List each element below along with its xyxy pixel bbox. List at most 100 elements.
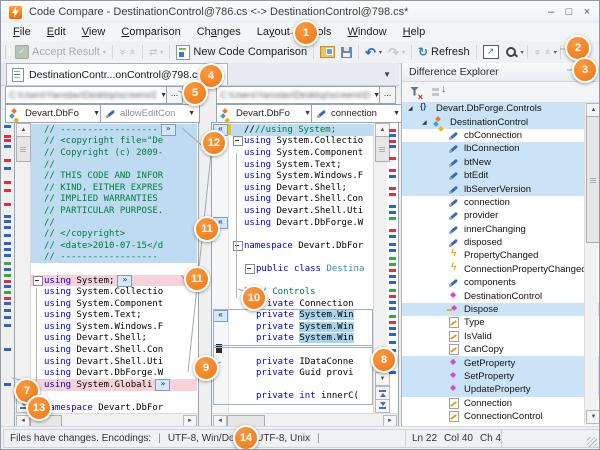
tree-item-Type[interactable]: Type	[402, 316, 599, 329]
fold-collapse-icon[interactable]	[33, 276, 43, 286]
right-browse-button[interactable]: ...	[379, 86, 396, 104]
next-change-nav-button[interactable]	[375, 399, 390, 413]
open-button[interactable]	[317, 46, 338, 58]
diff-map-mark[interactable]	[389, 134, 396, 137]
diff-map-mark[interactable]	[4, 139, 11, 142]
right-code-area[interactable]: ////using System;using System.Collectiou…	[231, 124, 373, 414]
diff-map-mark[interactable]	[4, 309, 11, 312]
diff-map-mark[interactable]	[389, 321, 396, 324]
diff-map-mark[interactable]	[4, 383, 11, 386]
diff-map-mark[interactable]	[389, 289, 396, 292]
diff-map-mark[interactable]	[4, 159, 11, 162]
diff-map-mark[interactable]	[4, 348, 11, 351]
diff-map-mark[interactable]	[4, 274, 11, 277]
tree-item-PropertyChanged[interactable]: PropertyChanged	[402, 249, 599, 262]
diff-map-mark[interactable]	[4, 226, 11, 229]
tree-item-cbConnection[interactable]: cbConnection	[402, 129, 599, 142]
refresh-button[interactable]: ↻ Refresh	[415, 46, 473, 58]
diff-map-mark[interactable]	[4, 280, 11, 283]
diff-map-mark[interactable]	[389, 193, 396, 196]
copy-change-right-button[interactable]: »	[117, 275, 132, 287]
diff-map-mark[interactable]	[389, 333, 396, 336]
diff-map-mark[interactable]	[389, 281, 396, 284]
menu-view[interactable]: View	[74, 24, 114, 40]
menu-layout[interactable]: Layout	[249, 24, 298, 40]
menu-help[interactable]: Help	[395, 24, 434, 40]
fold-collapse-icon[interactable]	[245, 264, 255, 274]
diff-map-mark[interactable]	[389, 263, 396, 266]
diff-map-mark[interactable]	[389, 129, 396, 132]
minimize-button[interactable]: –	[543, 5, 559, 20]
diff-map-mark[interactable]	[389, 211, 396, 214]
redo-button[interactable]: ↷▾	[385, 46, 408, 59]
maximize-button[interactable]: □	[561, 5, 577, 20]
prev-change-nav-button[interactable]	[375, 386, 390, 400]
diff-map-mark[interactable]	[4, 254, 11, 257]
close-button[interactable]: ×	[579, 5, 595, 20]
diff-map-mark[interactable]	[389, 257, 396, 260]
diff-map-mark[interactable]	[389, 175, 396, 178]
tree-item-provider[interactable]: provider	[402, 209, 599, 222]
menu-window[interactable]: Window	[339, 24, 394, 40]
tree-item-Devart.DbForge.Controls[interactable]: ◢Devart.DbForge.Controls	[402, 102, 599, 115]
prev-change-button[interactable]: »	[127, 47, 139, 57]
resize-grip[interactable]	[587, 437, 597, 447]
scroll-up-icon[interactable]: ▲	[16, 123, 31, 137]
swap-sides-button[interactable]: ⇄▾	[146, 47, 166, 58]
left-diff-overview-map[interactable]	[4, 123, 12, 409]
diff-map-mark[interactable]	[4, 215, 11, 218]
chevron-down-icon[interactable]: ▾	[521, 49, 524, 56]
tree-item-DestinationControl[interactable]: ◢DestinationControl	[402, 115, 599, 128]
diff-map-mark[interactable]	[4, 181, 11, 184]
menu-edit[interactable]: Edit	[39, 24, 74, 40]
tree-item-ConnectionPropertyChanged[interactable]: ConnectionPropertyChanged	[402, 263, 599, 276]
tree-item-ConnectionControl[interactable]: ConnectionControl	[402, 410, 599, 423]
tree-item-IsValid[interactable]: IsValid	[402, 330, 599, 343]
diff-map-mark[interactable]	[4, 234, 11, 237]
left-code-area[interactable]: // ------------------»// <copyright file…	[31, 124, 197, 414]
left-type-combobox[interactable]: Devart.DbFo ▼	[5, 104, 105, 123]
diff-map-mark[interactable]	[389, 229, 396, 232]
diff-map-mark[interactable]	[4, 285, 11, 288]
diff-map-mark[interactable]	[4, 242, 11, 245]
diff-map-mark[interactable]	[389, 269, 396, 272]
left-member-combobox[interactable]: allowEditCon ▼	[100, 104, 200, 123]
diff-map-mark[interactable]	[4, 291, 11, 294]
difference-explorer-header[interactable]: Difference Explorer	[402, 63, 599, 82]
tree-vertical-scrollbar[interactable]: ▲ ▼	[584, 103, 598, 425]
diff-map-mark[interactable]	[389, 341, 396, 344]
fold-collapse-icon[interactable]	[233, 241, 243, 251]
tree-item-lbConnection[interactable]: lbConnection	[402, 142, 599, 155]
diff-map-mark[interactable]	[4, 302, 11, 305]
menu-file[interactable]: File	[5, 24, 39, 40]
structure-comparison-button[interactable]: ↗	[480, 45, 502, 59]
tree-item-btEdit[interactable]: btEdit	[402, 169, 599, 182]
fold-collapse-icon[interactable]	[233, 136, 243, 146]
diff-map-mark[interactable]	[389, 205, 396, 208]
tree-item-Connection[interactable]: Connection	[402, 397, 599, 410]
diff-map-mark[interactable]	[4, 203, 11, 206]
diff-map-mark[interactable]	[4, 167, 11, 170]
diff-map-mark[interactable]	[389, 249, 396, 252]
diff-map-mark[interactable]	[389, 169, 396, 172]
right-diff-overview-map[interactable]	[388, 125, 398, 382]
undo-button[interactable]: ↶▾	[362, 46, 385, 59]
next-change-button[interactable]: »	[116, 47, 128, 57]
save-button[interactable]	[338, 47, 355, 58]
right-horizontal-scrollbar[interactable]: ◄ ►	[212, 413, 398, 427]
diff-map-mark[interactable]	[389, 187, 396, 190]
copy-change-right-button[interactable]: »	[155, 379, 170, 391]
diff-map-mark[interactable]	[389, 140, 396, 143]
tree-item-connection[interactable]: connection	[402, 196, 599, 209]
tree-item-SetProperty[interactable]: SetProperty	[402, 370, 599, 383]
menu-comparison[interactable]: Comparison	[113, 24, 188, 40]
diff-map-mark[interactable]	[389, 295, 396, 298]
diff-map-mark[interactable]	[4, 220, 11, 223]
accept-result-button[interactable]: ✓ Accept Result ▾	[12, 45, 109, 59]
diff-map-mark[interactable]	[4, 135, 11, 138]
prev-difference-button[interactable]: »	[542, 47, 554, 57]
diff-map-mark[interactable]	[389, 243, 396, 246]
menu-changes[interactable]: Changes	[189, 24, 249, 40]
diff-map-mark[interactable]	[4, 189, 11, 192]
new-code-comparison-button[interactable]: New Code Comparison	[173, 45, 310, 60]
